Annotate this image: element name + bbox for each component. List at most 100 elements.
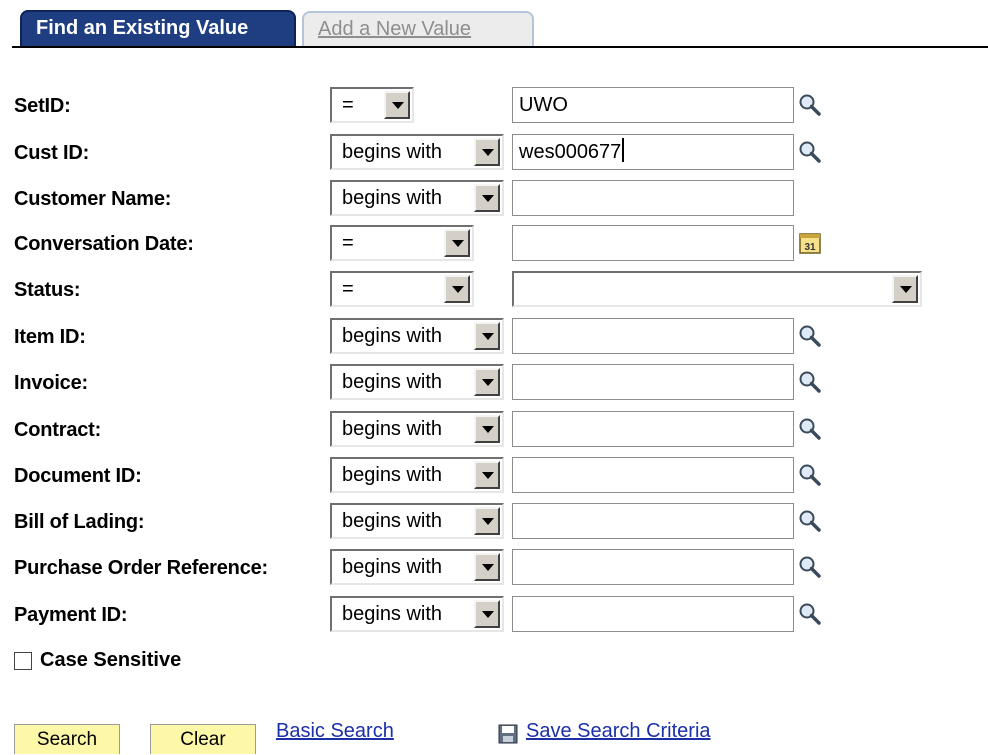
conversation-date-operator-value: =: [342, 232, 354, 254]
chevron-down-icon[interactable]: [474, 368, 500, 396]
purchase-order-reference-operator-value: begins with: [342, 556, 443, 578]
lookup-icon[interactable]: [798, 555, 822, 579]
setid-label: SetID:: [14, 95, 71, 117]
cust-id-operator-value: begins with: [342, 141, 443, 163]
cust-id-label: Cust ID:: [14, 142, 90, 164]
chevron-down-icon[interactable]: [444, 275, 470, 303]
field-row-purchase-order-reference: Purchase Order Reference: begins with: [0, 549, 988, 589]
field-row-payment-id: Payment ID: begins with: [0, 596, 988, 636]
chevron-down-icon[interactable]: [474, 184, 500, 212]
lookup-icon[interactable]: [798, 324, 822, 348]
document-id-operator-select[interactable]: begins with: [330, 457, 504, 493]
customer-name-label: Customer Name:: [14, 188, 172, 210]
search-button[interactable]: Search: [14, 724, 120, 754]
lookup-icon[interactable]: [798, 370, 822, 394]
field-row-item-id: Item ID: begins with: [0, 318, 988, 358]
item-id-input[interactable]: [512, 318, 794, 354]
cust-id-input-value: wes000677: [519, 141, 622, 163]
item-id-operator-select[interactable]: begins with: [330, 318, 504, 354]
item-id-label: Item ID:: [14, 326, 86, 348]
bill-of-lading-operator-value: begins with: [342, 510, 443, 532]
bill-of-lading-label: Bill of Lading:: [14, 511, 145, 533]
tab-bar: Find an Existing Value Add a New Value: [0, 0, 988, 50]
payment-id-input[interactable]: [512, 596, 794, 632]
chevron-down-icon[interactable]: [474, 600, 500, 628]
case-sensitive-label[interactable]: Case Sensitive: [40, 649, 181, 672]
tab-add-new-value-label: Add a New Value: [318, 18, 472, 40]
tab-divider: [12, 46, 988, 48]
bill-of-lading-operator-select[interactable]: begins with: [330, 503, 504, 539]
chevron-down-icon[interactable]: [474, 322, 500, 350]
save-search-criteria-link[interactable]: Save Search Criteria: [526, 720, 711, 743]
contract-operator-value: begins with: [342, 418, 443, 440]
chevron-down-icon[interactable]: [474, 415, 500, 443]
purchase-order-reference-operator-select[interactable]: begins with: [330, 549, 504, 585]
purchase-order-reference-input[interactable]: [512, 549, 794, 585]
calendar-icon[interactable]: 31: [798, 231, 822, 255]
tab-find-existing-value[interactable]: Find an Existing Value: [20, 10, 296, 48]
conversation-date-input[interactable]: [512, 225, 794, 261]
field-row-document-id: Document ID: begins with: [0, 457, 988, 497]
cust-id-operator-select[interactable]: begins with: [330, 134, 504, 170]
field-row-customer-name: Customer Name: begins with: [0, 180, 988, 220]
chevron-down-icon[interactable]: [474, 507, 500, 535]
search-button-label: Search: [36, 729, 98, 750]
document-id-label: Document ID:: [14, 465, 142, 487]
purchase-order-reference-label: Purchase Order Reference:: [14, 557, 269, 579]
invoice-input[interactable]: [512, 364, 794, 400]
field-row-contract: Contract: begins with: [0, 411, 988, 451]
bill-of-lading-input[interactable]: [512, 503, 794, 539]
lookup-icon[interactable]: [798, 140, 822, 164]
field-row-bill-of-lading: Bill of Lading: begins with: [0, 503, 988, 543]
setid-operator-value: =: [342, 94, 354, 116]
save-disk-icon[interactable]: [498, 724, 518, 744]
chevron-down-icon[interactable]: [474, 553, 500, 581]
setid-input-value: UWO: [519, 94, 568, 116]
field-row-status: Status: =: [0, 271, 988, 311]
payment-id-label: Payment ID:: [14, 604, 128, 626]
field-row-invoice: Invoice: begins with: [0, 364, 988, 404]
invoice-label: Invoice:: [14, 372, 88, 394]
chevron-down-icon[interactable]: [444, 229, 470, 257]
lookup-icon[interactable]: [798, 93, 822, 117]
chevron-down-icon[interactable]: [474, 138, 500, 166]
lookup-icon[interactable]: [798, 417, 822, 441]
case-sensitive-checkbox[interactable]: [14, 652, 32, 670]
conversation-date-operator-select[interactable]: =: [330, 225, 474, 261]
field-row-setid: SetID: = UWO: [0, 87, 988, 127]
chevron-down-icon[interactable]: [474, 461, 500, 489]
text-cursor: [622, 138, 625, 162]
invoice-operator-select[interactable]: begins with: [330, 364, 504, 400]
basic-search-link[interactable]: Basic Search: [276, 720, 394, 743]
field-row-cust-id: Cust ID: begins with wes000677: [0, 134, 988, 174]
contract-input[interactable]: [512, 411, 794, 447]
status-value-select[interactable]: [512, 271, 922, 307]
lookup-icon[interactable]: [798, 463, 822, 487]
cust-id-input[interactable]: wes000677: [512, 134, 794, 170]
payment-id-operator-value: begins with: [342, 603, 443, 625]
status-label: Status:: [14, 279, 81, 301]
invoice-operator-value: begins with: [342, 371, 443, 393]
payment-id-operator-select[interactable]: begins with: [330, 596, 504, 632]
item-id-operator-value: begins with: [342, 325, 443, 347]
status-operator-value: =: [342, 278, 354, 300]
clear-button-label: Clear: [180, 729, 226, 750]
customer-name-operator-select[interactable]: begins with: [330, 180, 504, 216]
document-id-operator-value: begins with: [342, 464, 443, 486]
lookup-icon[interactable]: [798, 509, 822, 533]
chevron-down-icon[interactable]: [384, 91, 410, 119]
field-row-conversation-date: Conversation Date: = 31: [0, 225, 988, 265]
customer-name-input[interactable]: [512, 180, 794, 216]
contract-label: Contract:: [14, 419, 102, 441]
status-operator-select[interactable]: =: [330, 271, 474, 307]
customer-name-operator-value: begins with: [342, 187, 443, 209]
setid-input[interactable]: UWO: [512, 87, 794, 123]
chevron-down-icon[interactable]: [892, 275, 918, 303]
clear-button[interactable]: Clear: [150, 724, 256, 754]
lookup-icon[interactable]: [798, 602, 822, 626]
setid-operator-select[interactable]: =: [330, 87, 414, 123]
svg-text:31: 31: [804, 242, 816, 253]
tab-add-new-value[interactable]: Add a New Value: [302, 11, 534, 47]
contract-operator-select[interactable]: begins with: [330, 411, 504, 447]
document-id-input[interactable]: [512, 457, 794, 493]
